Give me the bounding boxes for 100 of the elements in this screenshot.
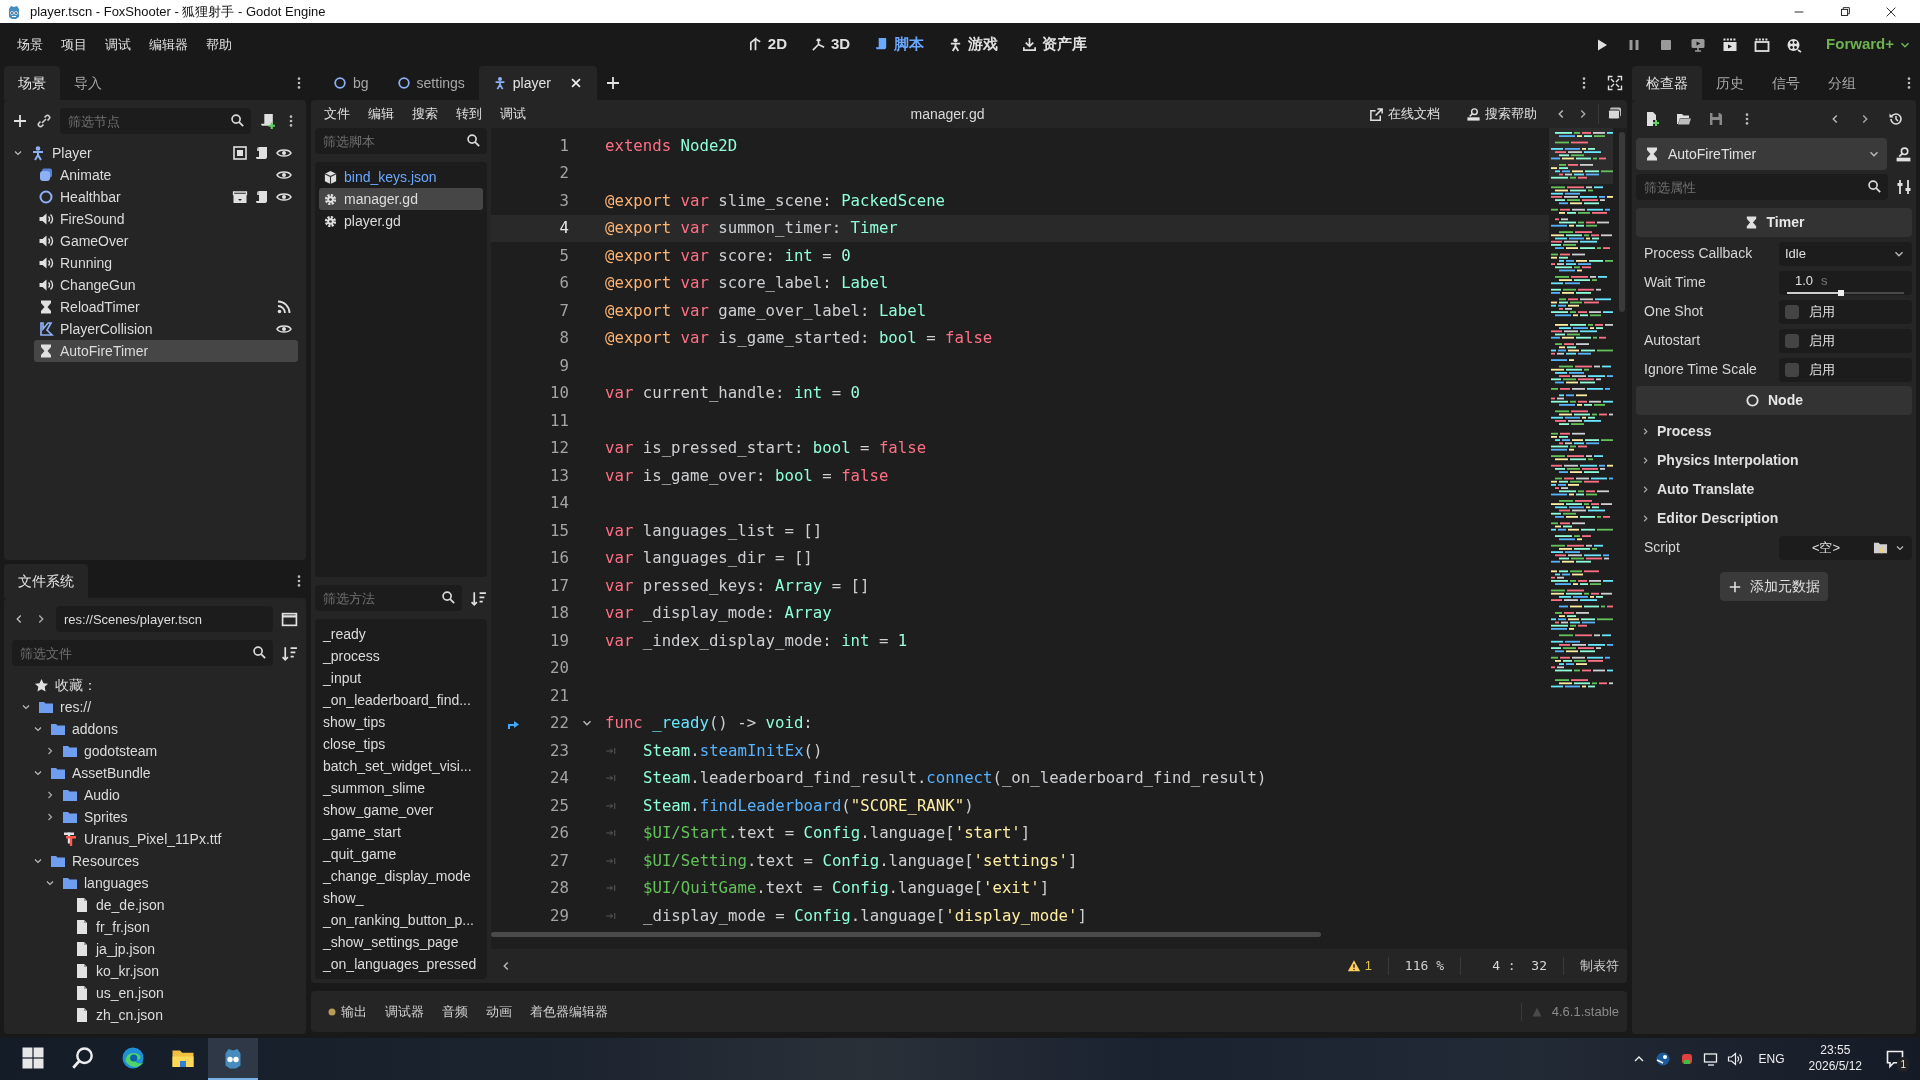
method-item[interactable]: _on_ranking_button_p... xyxy=(319,909,483,931)
filter-field[interactable]: 筛选方法 xyxy=(315,585,462,611)
method-item[interactable]: _game_start xyxy=(319,821,483,843)
menu-item[interactable]: 文件 xyxy=(315,100,359,128)
method-item[interactable]: _show_settings_page xyxy=(319,931,483,953)
toggle-panel-icon[interactable] xyxy=(1607,106,1623,122)
tree-item[interactable]: ChangeGun xyxy=(34,274,298,296)
method-item[interactable]: _on_languages_pressed xyxy=(319,953,483,975)
restore-icon[interactable] xyxy=(1838,4,1852,19)
script-item[interactable]: manager.gd xyxy=(319,188,483,210)
menu-item[interactable]: 调试 xyxy=(96,30,140,59)
filter-field[interactable]: 筛选脚本 xyxy=(315,128,487,154)
language-indicator[interactable]: ENG xyxy=(1750,1050,1793,1068)
menu-item[interactable]: 编辑 xyxy=(359,100,403,128)
tree-item[interactable]: ReloadTimer xyxy=(34,296,298,318)
workspace-tab[interactable]: 脚本 xyxy=(866,29,933,60)
zoom-level[interactable]: 116 % xyxy=(1404,956,1444,976)
editor-tab[interactable]: settings xyxy=(382,66,479,100)
file-item[interactable]: godotsteam xyxy=(20,740,298,762)
film-reel-icon[interactable] xyxy=(1786,36,1803,53)
method-item[interactable]: _input xyxy=(319,667,483,689)
editor-tab[interactable]: bg xyxy=(319,66,383,100)
bottom-tab[interactable]: 输出 xyxy=(319,999,376,1024)
checkbox-label[interactable]: 启用 xyxy=(1805,301,1835,322)
plus-icon[interactable] xyxy=(12,113,28,129)
bottom-tab[interactable]: 着色器编辑器 xyxy=(521,999,617,1024)
method-item[interactable]: _quit_game xyxy=(319,843,483,865)
history-icon[interactable] xyxy=(1888,111,1904,127)
add-script-icon[interactable] xyxy=(259,112,276,130)
volume-icon[interactable] xyxy=(1726,1051,1743,1067)
panel-tab[interactable]: 历史 xyxy=(1702,66,1758,100)
method-item[interactable]: batch_set_widget_visi... xyxy=(319,755,483,777)
workspace-tab[interactable]: 3D xyxy=(803,29,859,60)
doc-search-icon[interactable] xyxy=(1895,145,1912,163)
checkbox[interactable] xyxy=(1785,304,1799,319)
file-item[interactable]: ko_kr.json xyxy=(20,960,298,982)
panel-icon[interactable] xyxy=(281,610,298,628)
script-item[interactable]: player.gd xyxy=(319,210,483,232)
menu-item[interactable]: 帮助 xyxy=(197,30,241,59)
help-button[interactable]: 在线文档 xyxy=(1360,100,1449,128)
method-item[interactable]: show_game_over xyxy=(319,799,483,821)
open-folder-icon[interactable] xyxy=(1676,111,1692,127)
object-dropdown[interactable]: AutoFireTimer xyxy=(1636,138,1887,170)
file-item[interactable]: languages xyxy=(20,872,298,894)
slider-thumb[interactable] xyxy=(1837,289,1844,296)
path-field[interactable]: res://Scenes/player.tscn xyxy=(56,606,273,632)
editor-tab[interactable]: player xyxy=(478,66,597,100)
tree-item[interactable]: FireSound xyxy=(34,208,298,230)
tree-item[interactable]: Player xyxy=(12,142,298,164)
tree-item[interactable]: GameOver xyxy=(34,230,298,252)
method-item[interactable]: _summon_slime xyxy=(319,777,483,799)
tray-app-icon[interactable] xyxy=(1654,1051,1671,1067)
workspace-tab[interactable]: 资产库 xyxy=(1014,29,1096,60)
workspace-tab[interactable]: 游戏 xyxy=(940,29,1007,60)
clapperboard-icon[interactable] xyxy=(232,189,248,205)
signal-icon[interactable] xyxy=(276,299,292,315)
file-item[interactable]: fr_fr.json xyxy=(20,916,298,938)
menu-item[interactable]: 编辑器 xyxy=(140,30,197,59)
method-item[interactable]: show_tips xyxy=(319,711,483,733)
add-tab-icon[interactable] xyxy=(604,75,621,91)
script-icon[interactable] xyxy=(254,189,270,205)
file-item[interactable]: Resources xyxy=(20,850,298,872)
load-folder-icon[interactable] xyxy=(1873,540,1888,555)
property-dropdown[interactable]: Idle xyxy=(1779,241,1912,266)
add-metadata-button[interactable]: 添加元数据 xyxy=(1720,572,1828,601)
property-group[interactable]: Editor Description xyxy=(1636,506,1912,531)
rect-icon[interactable] xyxy=(232,145,248,161)
file-item[interactable]: Sprites xyxy=(20,806,298,828)
menu-item[interactable]: 项目 xyxy=(52,30,96,59)
scrollbar[interactable] xyxy=(1619,132,1625,312)
panel-tab[interactable]: 导入 xyxy=(60,66,116,100)
filter-field[interactable]: 筛选属性 xyxy=(1636,174,1888,200)
panel-tab[interactable]: 场景 xyxy=(4,66,60,100)
checkbox-label[interactable]: 启用 xyxy=(1805,330,1835,351)
bottom-tab[interactable]: 音频 xyxy=(433,999,477,1024)
new-resource-icon[interactable] xyxy=(1644,111,1660,127)
method-item[interactable]: _on_leaderboard_find... xyxy=(319,689,483,711)
property-group[interactable]: Physics Interpolation xyxy=(1636,448,1912,473)
notification-icon[interactable] xyxy=(1885,1049,1905,1069)
method-item[interactable]: _process xyxy=(319,645,483,667)
tree-item[interactable]: PlayerCollision xyxy=(34,318,298,340)
fullscreen-icon[interactable] xyxy=(1607,75,1623,91)
file-item[interactable]: res:// xyxy=(20,696,298,718)
clock[interactable]: 23:55 2026/5/12 xyxy=(1800,1043,1870,1075)
taskbar-app[interactable] xyxy=(208,1038,258,1080)
file-item[interactable]: zh_cn.json xyxy=(20,1004,298,1026)
minimap-drawing[interactable] xyxy=(1549,128,1613,688)
property-group[interactable]: Auto Translate xyxy=(1636,477,1912,502)
help-button[interactable]: 搜索帮助 xyxy=(1457,100,1546,128)
file-item[interactable]: us_en.json xyxy=(20,982,298,1004)
panel-tab[interactable]: 信号 xyxy=(1758,66,1814,100)
movie-icon[interactable] xyxy=(1754,36,1771,53)
filter-field[interactable]: 筛选文件 xyxy=(12,640,273,666)
sort-icon[interactable] xyxy=(281,644,298,662)
panel-tab[interactable]: 检查器 xyxy=(1632,66,1702,100)
file-item[interactable]: Audio xyxy=(20,784,298,806)
bottom-tab[interactable]: 动画 xyxy=(477,999,521,1024)
sort-icon[interactable] xyxy=(470,589,487,607)
number-value[interactable]: 1.0 xyxy=(1795,271,1814,291)
method-item[interactable]: _change_display_mode xyxy=(319,865,483,887)
